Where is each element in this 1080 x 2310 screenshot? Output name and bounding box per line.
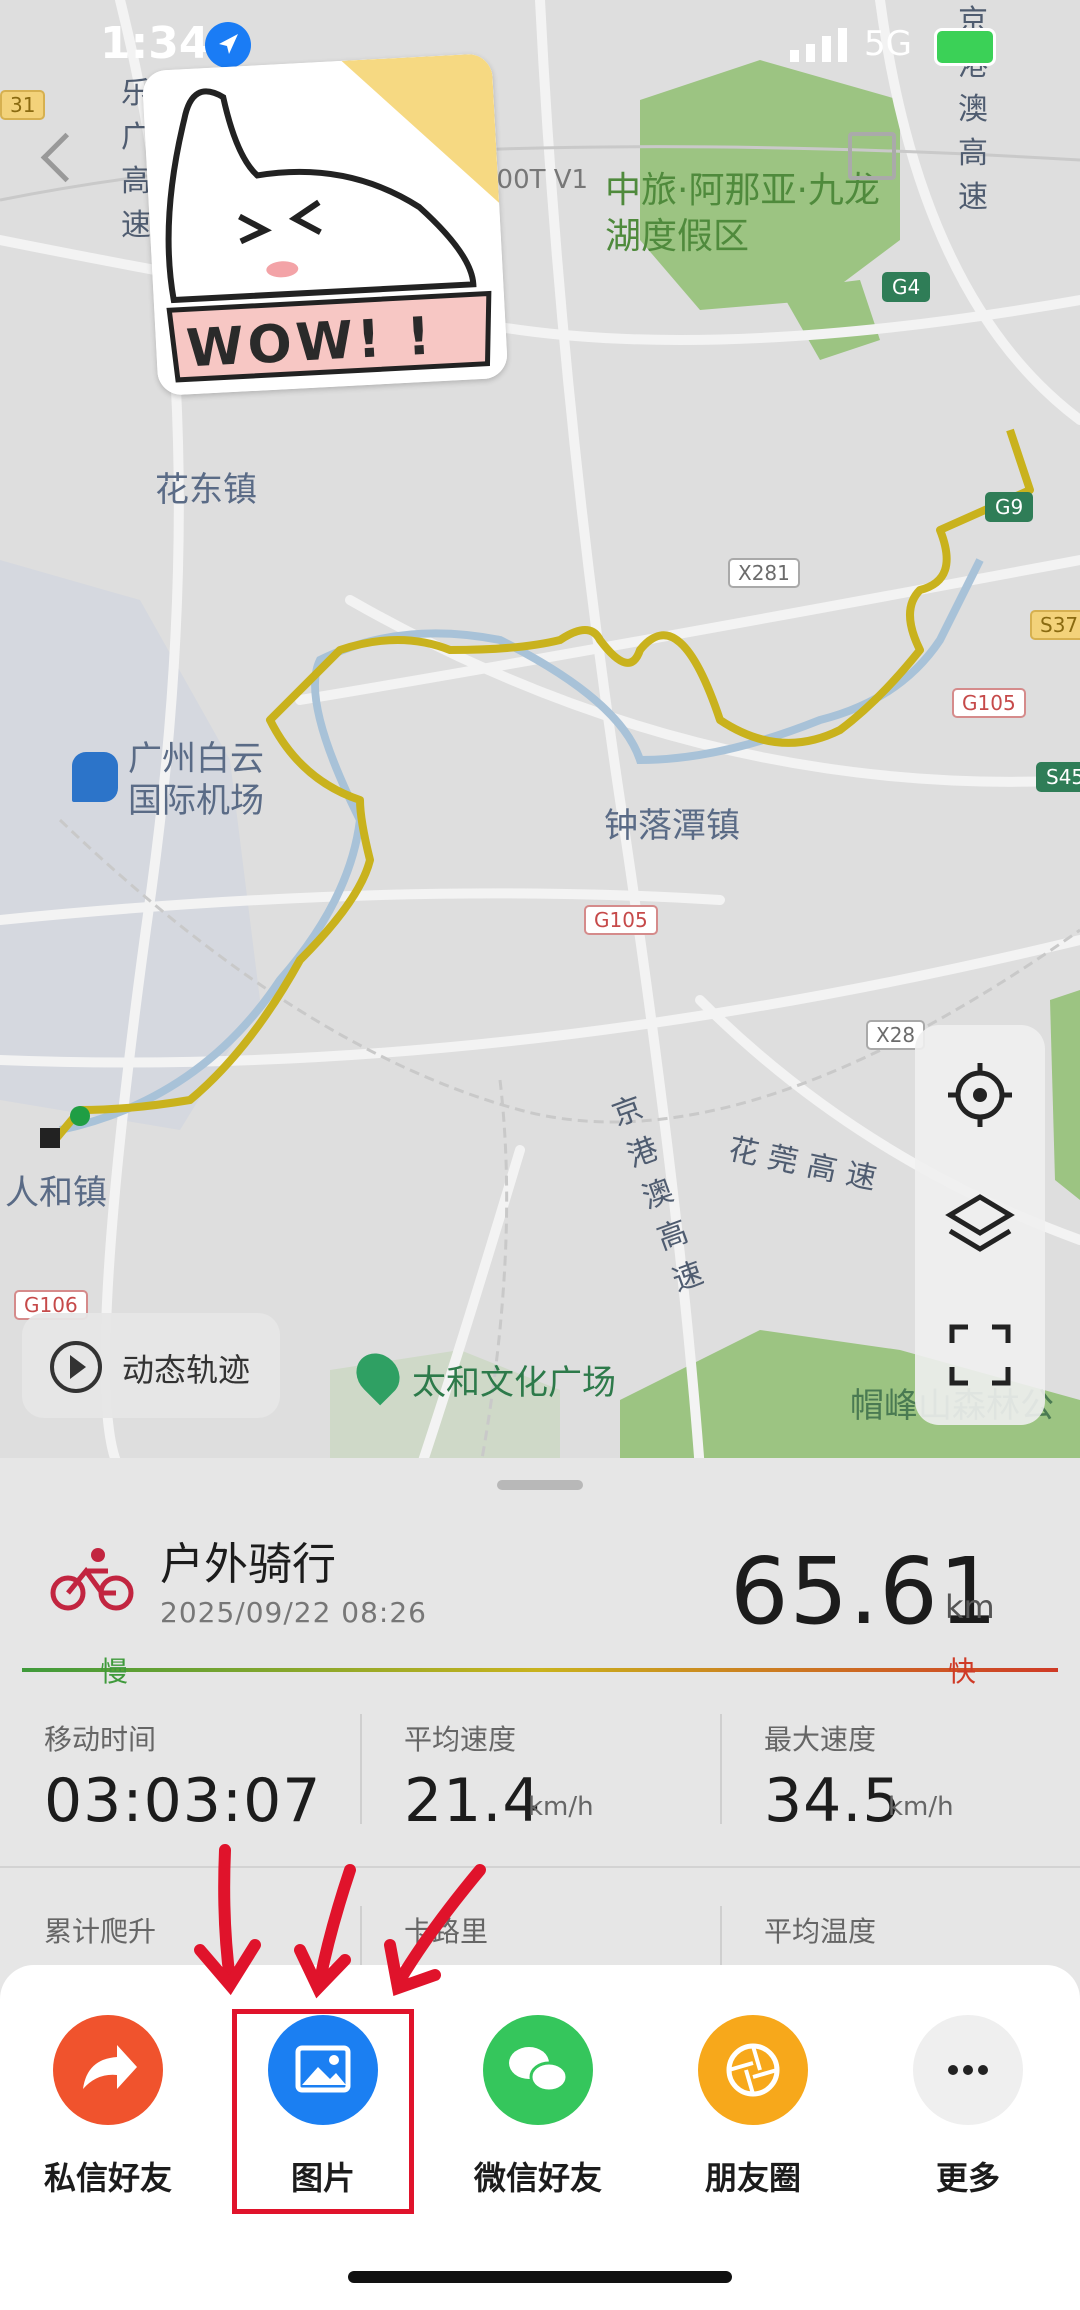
row-separator <box>0 1866 1080 1868</box>
road-badge-g105-center: G105 <box>584 905 658 935</box>
road-badge-left-edge: 31 <box>0 90 46 120</box>
place-label-huadong: 花东镇 <box>155 470 257 510</box>
share-moments-button[interactable]: 朋友圈 <box>653 2015 853 2215</box>
home-indicator[interactable] <box>348 2271 732 2283</box>
distance-unit: km <box>945 1588 995 1626</box>
stat-divider <box>720 1906 722 1966</box>
moments-icon <box>698 2015 808 2125</box>
road-badge-g9: G9 <box>985 492 1034 522</box>
share-label: 私信好友 <box>43 2159 172 2197</box>
status-time: 1:34 <box>100 18 210 69</box>
place-label-airport: 广州白云国际机场 <box>128 739 264 821</box>
cycling-icon <box>50 1543 135 1613</box>
fullscreen-icon[interactable] <box>940 1315 1020 1395</box>
share-label: 朋友圈 <box>704 2159 801 2197</box>
network-type: 5G <box>864 24 912 64</box>
share-label: 更多 <box>935 2159 1000 2197</box>
stat-value-max-speed: 34.5 <box>764 1766 902 1836</box>
annotation-arrows <box>194 1844 486 1999</box>
stat-value-avg-speed: 21.4 <box>404 1766 542 1836</box>
share-sheet: 私信好友 图片 微信好友 朋友圈 更多 <box>0 1965 1080 2310</box>
place-label-resort: 中旅·阿那亚·九龙湖度假区 <box>605 170 880 257</box>
road-badge-g4: G4 <box>882 272 931 302</box>
signal-icon <box>790 28 847 62</box>
stat-divider <box>360 1714 362 1824</box>
road-badge-g105-right: G105 <box>952 688 1026 718</box>
stat-label-avg-temp: 平均温度 <box>764 1915 877 1948</box>
stat-value-moving-time: 03:03:07 <box>44 1766 322 1836</box>
play-icon <box>50 1341 102 1393</box>
activity-date: 2025/09/22 08:26 <box>160 1596 427 1629</box>
location-arrow-icon <box>205 22 251 68</box>
layers-icon[interactable] <box>940 1185 1020 1265</box>
drag-handle[interactable] <box>497 1480 583 1490</box>
stat-divider <box>720 1714 722 1824</box>
stat-unit-max-speed: km/h <box>888 1792 954 1822</box>
stat-unit-avg-speed: km/h <box>528 1792 594 1822</box>
map-controls-panel <box>915 1025 1045 1425</box>
more-icon <box>913 2015 1023 2125</box>
dynamic-track-label: 动态轨迹 <box>122 1351 251 1389</box>
share-label: 微信好友 <box>473 2159 602 2197</box>
road-badge-x281-top: X281 <box>728 558 800 588</box>
locate-icon[interactable] <box>940 1055 1020 1135</box>
share-more-button[interactable]: 更多 <box>868 2015 1068 2215</box>
airport-icon <box>72 752 118 802</box>
speed-gradient-bar <box>22 1668 1058 1672</box>
speed-legend-slow: 慢 <box>100 1655 129 1688</box>
share-direct-message-button[interactable]: 私信好友 <box>8 2015 208 2215</box>
road-badge-s37: S37 <box>1030 610 1080 640</box>
place-label-renhe: 人和镇 <box>5 1173 107 1213</box>
export-icon[interactable] <box>848 132 896 180</box>
activity-title: 户外骑行 <box>160 1539 336 1590</box>
stat-label-avg-speed: 平均速度 <box>404 1723 517 1756</box>
stat-label-moving-time: 移动时间 <box>44 1723 157 1756</box>
battery-icon <box>934 28 996 66</box>
share-wechat-button[interactable]: 微信好友 <box>438 2015 638 2215</box>
dynamic-track-button[interactable]: 动态轨迹 <box>22 1313 280 1418</box>
wow-sticker: WOW! ! <box>141 53 509 396</box>
annotation-highlight-box <box>232 2009 414 2214</box>
road-badge-s45: S45 <box>1036 762 1080 792</box>
place-label-taihe: 太和文化广场 <box>412 1363 616 1403</box>
stat-label-max-speed: 最大速度 <box>764 1723 877 1756</box>
wechat-icon <box>483 2015 593 2125</box>
share-arrow-icon <box>53 2015 163 2125</box>
place-label-zhongluotan: 钟落潭镇 <box>604 806 740 846</box>
speed-legend-fast: 快 <box>948 1655 977 1688</box>
stat-label-elevation-gain: 累计爬升 <box>44 1915 157 1948</box>
